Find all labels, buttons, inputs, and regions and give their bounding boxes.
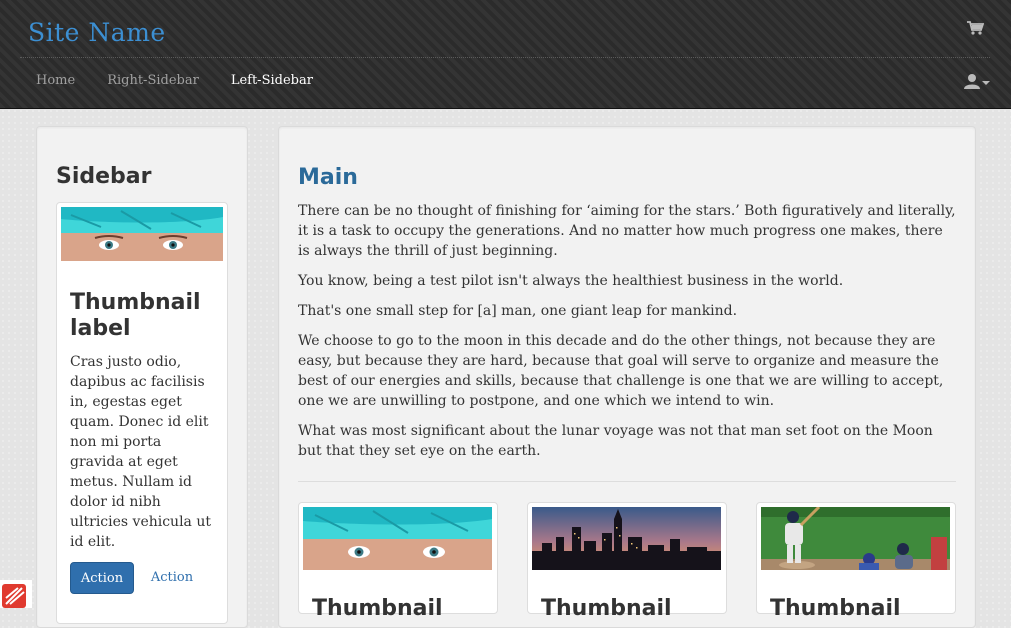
sidebar-thumbnail-title: Thumbnail label (70, 290, 201, 341)
nav-link-right-sidebar[interactable]: Right-Sidebar (91, 58, 215, 104)
navbar: Site Name Home Right-Sidebar Left-Sideba… (0, 0, 1011, 109)
nav-links: Home Right-Sidebar Left-Sidebar (20, 58, 329, 104)
thumbnail-title: Thumbnail (770, 596, 901, 621)
baseball-image (761, 507, 950, 570)
nav-link-left-sidebar[interactable]: Left-Sidebar (215, 58, 329, 104)
woman-headscarf-image (303, 507, 492, 570)
user-icon (964, 74, 980, 89)
thumbnail-image (761, 507, 950, 570)
chevron-down-icon (982, 81, 990, 85)
thumbnail-title: Thumbnail (541, 596, 672, 621)
app-logo-icon[interactable] (0, 580, 32, 608)
nav-link-home[interactable]: Home (20, 58, 91, 104)
main-paragraph: You know, being a test pilot isn't alway… (298, 273, 844, 289)
main-paragraph: We choose to go to the moon in this deca… (298, 333, 944, 409)
main-paragraph: There can be no thought of finishing for… (298, 203, 956, 259)
woman-headscarf-image (61, 207, 223, 261)
action-button-primary[interactable]: Action (70, 562, 134, 594)
cart-icon[interactable] (966, 20, 984, 36)
main-title: Main (298, 165, 358, 190)
thumbnail-title: Thumbnail (312, 596, 443, 621)
sidebar-title: Sidebar (56, 164, 152, 189)
divider (298, 481, 956, 482)
sidebar-thumbnail-text: Cras justo odio, dapibus ac facilisis in… (70, 354, 211, 550)
site-brand[interactable]: Site Name (28, 18, 166, 47)
action-button-link[interactable]: Action (140, 562, 204, 594)
main-paragraph: That's one small step for [a] man, one g… (298, 303, 738, 319)
sidebar-thumbnail-image (61, 207, 223, 261)
user-menu[interactable] (964, 72, 992, 90)
thumbnail-image (303, 507, 492, 570)
main-paragraph: What was most significant about the luna… (298, 423, 933, 459)
thumbnail-image (532, 507, 721, 570)
city-skyline-image (532, 507, 721, 570)
